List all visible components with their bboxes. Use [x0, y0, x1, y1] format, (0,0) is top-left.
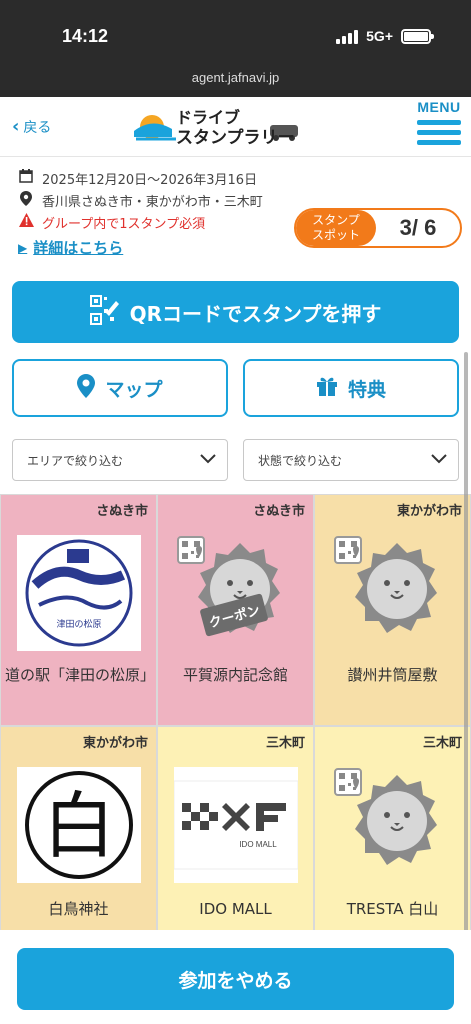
scrollbar[interactable]: [464, 352, 468, 947]
svg-text:IDO MALL: IDO MALL: [239, 840, 277, 849]
pin-icon: [18, 190, 34, 210]
spot-card[interactable]: さぬき市 クーポン 平賀源内記念館: [157, 494, 314, 726]
map-pin-icon: [77, 373, 96, 403]
tsuda-stamp-icon: 津田の松原: [17, 535, 141, 651]
warning-icon: [18, 213, 34, 231]
chevron-down-icon: [200, 454, 216, 464]
gift-icon: [316, 375, 338, 402]
stamp-spot-counter: スタンプ スポット 3/ 6: [294, 208, 462, 248]
menu-button[interactable]: MENU: [415, 99, 463, 145]
spot-card[interactable]: 東かがわ市 白 白鳥神社: [0, 726, 157, 932]
spot-name: IDO MALL: [199, 900, 272, 918]
ido-mall-logo-icon: IDO MALL: [173, 767, 299, 883]
hamburger-icon: [415, 120, 463, 145]
map-button[interactable]: マップ: [12, 359, 228, 417]
spot-name: 讃州井筒屋敷: [347, 666, 438, 684]
qr-stamp-button[interactable]: QRコードでスタンプを押す: [12, 281, 459, 343]
signal-icon: [336, 28, 359, 44]
back-label: 戻る: [23, 119, 52, 136]
battery-icon: [401, 28, 434, 44]
spot-name: 道の駅「津田の松原」: [5, 666, 156, 684]
calendar-icon: [18, 169, 34, 187]
network-type: 5G+: [366, 28, 393, 44]
spot-area: 三木町: [265, 736, 305, 751]
spot-area: さぬき市: [253, 504, 305, 519]
lion-icon: [331, 535, 455, 651]
logo-line2: スタンプラリー: [176, 127, 295, 148]
status-filter-select[interactable]: 状態で絞り込む: [243, 439, 459, 481]
svg-text:白: 白: [43, 784, 115, 868]
detail-link-text: 詳細はこちら: [33, 239, 124, 257]
quit-button[interactable]: 参加をやめる: [17, 948, 454, 1010]
event-location: 香川県さぬき市・東かがわ市・三木町: [42, 194, 263, 210]
warning-text: グループ内で1スタンプ必須: [42, 216, 206, 232]
event-dates: 2025年12月20日〜2026年3月16日: [42, 172, 258, 188]
stamp-spot-label: スタンプ スポット: [296, 210, 376, 246]
warning-row: グループ内で1スタンプ必須: [18, 211, 263, 233]
back-button[interactable]: ‹ 戻る: [12, 116, 51, 137]
triangle-right-icon: ▶: [18, 240, 28, 255]
benefit-button-label: 特典: [347, 378, 386, 401]
spot-name: TRESTA 白山: [346, 900, 439, 918]
status-filter-label: 状態で絞り込む: [258, 453, 343, 468]
spot-card[interactable]: さぬき市 津田の松原 道の駅「津田の松原」: [0, 494, 157, 726]
spot-card[interactable]: 三木町 TRESTA 白山: [314, 726, 471, 932]
status-icons: 5G+: [336, 28, 434, 44]
status-time: 14:12: [62, 26, 109, 46]
app-header: ‹ 戻る ドライブ スタンプラリー MENU: [0, 97, 471, 157]
benefit-button[interactable]: 特典: [243, 359, 459, 417]
lion-coupon-icon: クーポン: [174, 535, 298, 651]
stamp-spot-label-text: スタンプ スポット: [311, 213, 360, 242]
address-bar[interactable]: agent.jafnavi.jp: [0, 70, 471, 85]
menu-label: MENU: [417, 99, 461, 115]
status-bar: 14:12 5G+ agent.jafnavi.jp: [0, 0, 471, 97]
qr-button-label: QRコードでスタンプを押す: [129, 301, 382, 326]
spot-card[interactable]: 三木町 IDO MALL IDO MALL: [157, 726, 314, 932]
chevron-down-icon: [431, 454, 447, 464]
spot-name: 平賀源内記念館: [182, 666, 288, 684]
chevron-left-icon: ‹: [12, 116, 20, 137]
spot-area: さぬき市: [96, 504, 148, 519]
event-info: 2025年12月20日〜2026年3月16日 香川県さぬき市・東かがわ市・三木町…: [18, 167, 263, 258]
lion-icon: [331, 767, 455, 883]
spot-area: 三木町: [422, 736, 462, 751]
map-button-label: マップ: [105, 378, 163, 401]
detail-link[interactable]: ▶ 詳細はこちら: [18, 237, 263, 258]
qr-code-icon: [89, 294, 120, 330]
spot-card[interactable]: 東かがわ市 讃州井筒屋敷: [314, 494, 471, 726]
shiratori-stamp-icon: 白: [17, 767, 141, 883]
svg-text:津田の松原: 津田の松原: [56, 618, 101, 630]
logo-line1: ドライブ: [176, 108, 240, 127]
area-filter-select[interactable]: エリアで絞り込む: [12, 439, 228, 481]
area-filter-label: エリアで絞り込む: [27, 453, 124, 468]
spot-name: 白鳥神社: [48, 900, 109, 918]
stamp-spot-count: 3/ 6: [399, 215, 437, 240]
location-row: 香川県さぬき市・東かがわ市・三木町: [18, 189, 263, 211]
spot-area: 東かがわ市: [82, 736, 148, 751]
date-row: 2025年12月20日〜2026年3月16日: [18, 167, 263, 189]
spot-area: 東かがわ市: [396, 504, 462, 519]
drive-stamp-rally-logo[interactable]: ドライブ スタンプラリー: [132, 103, 304, 151]
